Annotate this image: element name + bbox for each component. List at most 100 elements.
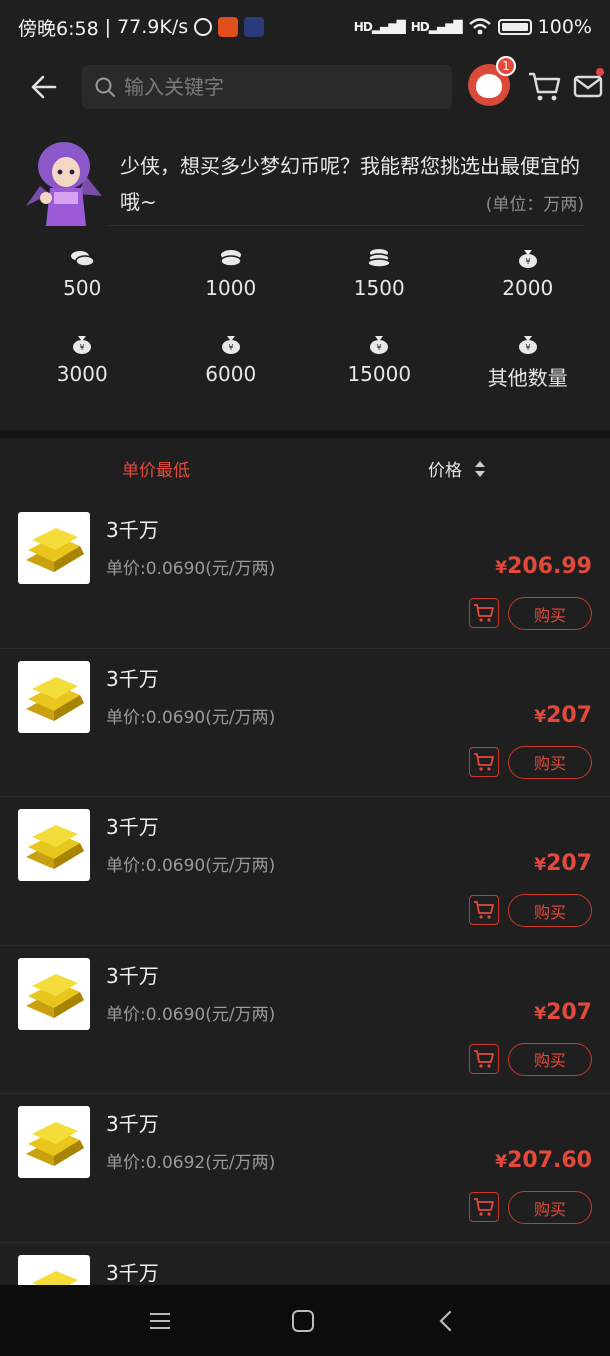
unit-price: 单价:0.0690(元/万两) bbox=[106, 1004, 276, 1025]
back-nav-icon[interactable] bbox=[436, 1309, 456, 1333]
add-to-cart-button[interactable] bbox=[469, 598, 499, 628]
add-to-cart-button[interactable] bbox=[469, 746, 499, 777]
back-button[interactable] bbox=[18, 62, 68, 112]
amount-option[interactable]: ¥ 3000 bbox=[8, 334, 157, 391]
item-name: 3千万 bbox=[106, 1260, 159, 1285]
gold-bars-icon bbox=[26, 528, 84, 572]
amount-option[interactable]: ¥ 15000 bbox=[305, 334, 454, 391]
add-to-cart-button[interactable] bbox=[469, 1192, 499, 1222]
amount-label: 2000 bbox=[502, 276, 554, 300]
alarm-icon bbox=[194, 18, 213, 36]
status-speed: 77.9K/s bbox=[117, 16, 189, 38]
sort-arrows-icon bbox=[475, 460, 485, 477]
app-notification-icon bbox=[244, 17, 265, 37]
unit-price: 单价:0.0690(元/万两) bbox=[106, 559, 276, 579]
unit-price: 单价:0.0690(元/万两) bbox=[106, 707, 276, 728]
notification-badge: 1 bbox=[496, 56, 516, 76]
app-notification-icon bbox=[218, 17, 239, 37]
item-name: 3千万 bbox=[106, 666, 159, 691]
list-item[interactable]: 3千万 单价:0.0690(元/万两) ¥207 购买 bbox=[0, 946, 610, 1094]
svg-text:¥: ¥ bbox=[525, 257, 530, 266]
coin-stack-icon bbox=[220, 250, 242, 267]
price-value: 207.60 bbox=[507, 1148, 592, 1173]
item-name: 3千万 bbox=[106, 1112, 159, 1136]
buy-button[interactable]: 购买 bbox=[508, 745, 592, 779]
item-name: 3千万 bbox=[106, 963, 159, 988]
amount-label: 3000 bbox=[56, 362, 108, 386]
amount-grid: 500 1000 1500 ¥ 2000 ¥ 3000 ¥ 6000 ¥ 150… bbox=[8, 248, 602, 391]
item-name: 3千万 bbox=[106, 518, 159, 542]
amount-label: 500 bbox=[63, 276, 102, 300]
search-box[interactable] bbox=[82, 65, 452, 109]
game-character-mascot bbox=[26, 142, 102, 226]
cart-icon bbox=[529, 72, 561, 101]
currency-symbol: ¥ bbox=[495, 558, 508, 578]
amount-option[interactable]: ¥ 6000 bbox=[157, 334, 306, 391]
home-button[interactable] bbox=[292, 1310, 314, 1332]
amount-option[interactable]: 1500 bbox=[305, 248, 454, 300]
status-bar: 傍晚6:58 | 77.9K/s HD▂▄▆█ HD▂▄▆█ 100% bbox=[0, 0, 610, 54]
cart-button[interactable] bbox=[526, 68, 562, 104]
item-price: ¥207 bbox=[534, 1000, 592, 1025]
svg-text:¥: ¥ bbox=[525, 343, 530, 352]
price-value: 206.99 bbox=[507, 554, 592, 579]
buy-button[interactable]: 购买 bbox=[508, 1191, 592, 1224]
money-bag-icon: ¥ bbox=[370, 336, 389, 354]
amount-label: 6000 bbox=[205, 362, 257, 386]
user-avatar[interactable]: 1 bbox=[468, 56, 516, 106]
product-list: 3千万 单价:0.0690(元/万两) ¥206.99 购买 3千万 单价:0.… bbox=[0, 500, 610, 1356]
search-icon bbox=[95, 77, 115, 97]
unit-price: 单价:0.0692(元/万两) bbox=[106, 1153, 276, 1173]
sort-lowest-unit-price[interactable]: 单价最低 bbox=[122, 456, 190, 481]
amount-option[interactable]: 1000 bbox=[157, 248, 306, 300]
list-item[interactable]: 3千万 单价:0.0690(元/万两) ¥207 购买 bbox=[0, 797, 610, 946]
list-item[interactable]: 3千万 单价:0.0692(元/万两) ¥207.60 购买 bbox=[0, 1094, 610, 1243]
currency-symbol: ¥ bbox=[534, 1003, 547, 1024]
add-to-cart-button[interactable] bbox=[469, 1043, 499, 1074]
amount-option[interactable]: 500 bbox=[8, 248, 157, 300]
money-bag-icon: ¥ bbox=[518, 250, 537, 268]
money-bag-icon: ¥ bbox=[518, 336, 537, 354]
svg-text:¥: ¥ bbox=[228, 343, 233, 352]
amount-option[interactable]: ¥ 2000 bbox=[454, 248, 603, 300]
price-value: 207 bbox=[546, 702, 592, 728]
item-price: ¥207.60 bbox=[495, 1148, 592, 1173]
menu-icon[interactable] bbox=[148, 1311, 172, 1331]
system-nav-bar bbox=[0, 1285, 610, 1356]
battery-level: 100% bbox=[537, 16, 592, 38]
item-price: ¥207 bbox=[534, 851, 592, 876]
battery-icon bbox=[497, 19, 532, 35]
back-arrow-icon bbox=[31, 75, 57, 99]
cart-icon bbox=[474, 1049, 494, 1068]
gold-bars-thumbnail bbox=[18, 1106, 90, 1178]
gold-bars-icon bbox=[26, 676, 84, 721]
item-price: ¥207 bbox=[534, 703, 592, 728]
message-button[interactable] bbox=[572, 68, 604, 102]
buy-button[interactable]: 购买 bbox=[508, 597, 592, 630]
gold-bars-thumbnail bbox=[18, 957, 90, 1030]
add-to-cart-button[interactable] bbox=[469, 895, 499, 925]
buy-button[interactable]: 购买 bbox=[508, 894, 592, 927]
top-nav: 1 bbox=[0, 56, 610, 118]
search-input[interactable] bbox=[124, 75, 424, 99]
unit-price: 单价:0.0690(元/万两) bbox=[106, 856, 276, 876]
amount-label: 1500 bbox=[353, 276, 405, 300]
amount-option[interactable]: ¥ 其他数量 bbox=[454, 334, 603, 391]
sort-bar: 单价最低 价格 bbox=[0, 440, 610, 496]
wifi-icon bbox=[468, 18, 491, 35]
list-item[interactable]: 3千万 单价:0.0690(元/万两) ¥207 购买 bbox=[0, 649, 610, 797]
amount-label: 15000 bbox=[347, 362, 412, 386]
money-bag-icon: ¥ bbox=[221, 336, 240, 354]
svg-text:¥: ¥ bbox=[80, 343, 85, 352]
cart-icon bbox=[474, 901, 494, 919]
gold-bars-icon bbox=[26, 825, 84, 869]
gold-bars-icon bbox=[26, 973, 84, 1018]
list-item[interactable]: 3千万 单价:0.0690(元/万两) ¥206.99 购买 bbox=[0, 500, 610, 649]
gold-bars-thumbnail bbox=[18, 512, 90, 584]
price-value: 207 bbox=[546, 851, 592, 876]
buy-button[interactable]: 购买 bbox=[508, 1042, 592, 1076]
currency-symbol: ¥ bbox=[534, 706, 547, 727]
sort-price[interactable]: 价格 bbox=[428, 456, 486, 481]
item-name: 3千万 bbox=[106, 815, 159, 839]
signal-icon: HD▂▄▆█ bbox=[410, 20, 463, 34]
